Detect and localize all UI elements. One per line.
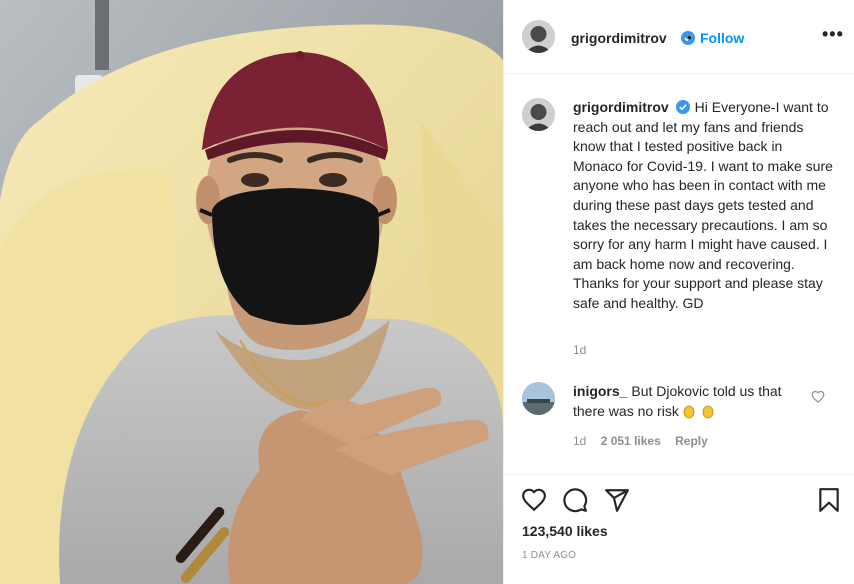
selfie-image xyxy=(0,0,503,584)
more-options-icon[interactable]: ••• xyxy=(822,24,844,45)
post-timestamp: 1 DAY AGO xyxy=(522,550,577,561)
paper-plane-icon[interactable] xyxy=(604,487,630,513)
caption-avatar[interactable] xyxy=(522,98,555,131)
post-caption: grigordimitrov Hi Everyone-I want to reac… xyxy=(573,98,835,314)
comment-time: 1d xyxy=(573,434,587,448)
header-separator: • xyxy=(687,29,692,45)
author-username[interactable]: grigordimitrov xyxy=(571,30,667,46)
caption-text: Hi Everyone-I want to reach out and let … xyxy=(573,99,833,311)
comment-likes[interactable]: 2 051 likes xyxy=(601,434,661,448)
reply-button[interactable]: Reply xyxy=(675,434,708,448)
follow-button[interactable]: Follow xyxy=(700,30,744,46)
comment-item: inigors_ But Djokovic told us that there… xyxy=(573,382,803,421)
avatar-image xyxy=(522,20,555,53)
small-heart-icon[interactable] xyxy=(811,390,825,404)
heart-icon[interactable] xyxy=(521,487,547,513)
caption-time: 1d xyxy=(573,343,587,357)
clapping-hands-icon xyxy=(683,405,695,418)
verified-badge-icon xyxy=(675,100,690,114)
avatar-image xyxy=(522,382,555,415)
post-sidebar: grigordimitrov • Follow ••• grigordimitr… xyxy=(503,0,854,584)
commenter-username[interactable]: inigors_ xyxy=(573,383,627,399)
clapping-hands-icon xyxy=(702,405,714,418)
author-avatar[interactable] xyxy=(522,20,555,53)
comment-bubble-icon[interactable] xyxy=(562,487,588,513)
post-header: grigordimitrov • Follow ••• xyxy=(504,0,854,74)
comment-meta: 1d 2 051 likes Reply xyxy=(573,434,719,448)
caption-username[interactable]: grigordimitrov xyxy=(573,99,669,115)
likes-count[interactable]: 123,540 likes xyxy=(522,523,608,539)
bookmark-icon[interactable] xyxy=(816,487,842,513)
avatar-image xyxy=(522,98,555,131)
post-photo[interactable] xyxy=(0,0,503,584)
post-actions: 123,540 likes 1 DAY AGO xyxy=(504,474,854,584)
commenter-avatar[interactable] xyxy=(522,382,555,415)
